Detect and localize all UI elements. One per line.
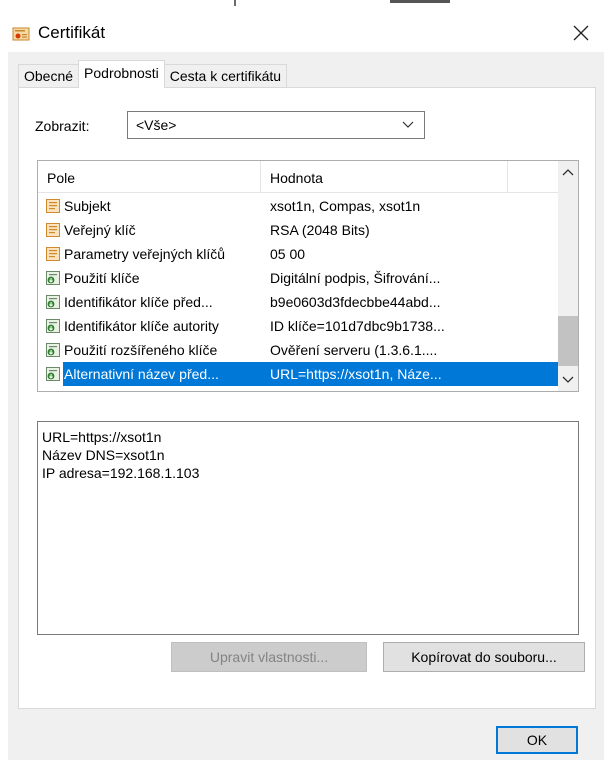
chevron-down-icon xyxy=(402,114,414,142)
chevron-down-icon xyxy=(562,376,574,383)
edit-properties-button[interactable]: Upravit vlastnosti... xyxy=(171,642,367,672)
document-icon xyxy=(45,222,61,238)
column-header-field[interactable]: Pole xyxy=(38,161,261,193)
row-value: RSA (2048 Bits) xyxy=(270,222,370,238)
list-header: Pole Hodnota xyxy=(38,161,559,193)
row-value: ID klíče=101d7dbc9b1738... xyxy=(270,318,445,334)
tab-details[interactable]: Podrobnosti xyxy=(78,60,165,88)
window-top-edge xyxy=(0,0,604,6)
tab-certification-path[interactable]: Cesta k certifikátu xyxy=(163,64,288,88)
list-row[interactable]: Identifikátor klíče před... b9e0603d3fdec… xyxy=(38,290,559,314)
row-value: Digitální podpis, Šifrování... xyxy=(270,270,441,286)
row-value: xsot1n, Compas, xsot1n xyxy=(270,198,421,214)
row-field: Použití rozšířeného klíče xyxy=(64,342,218,358)
detail-line: IP adresa=192.168.1.103 xyxy=(42,465,200,481)
row-value: b9e0603d3fdecbbe44abd... xyxy=(270,294,441,310)
row-value: URL=https://xsot1n, Náze... xyxy=(270,366,442,382)
list-row[interactable]: Parametry veřejných klíčů 05 00 xyxy=(38,242,559,266)
certificate-icon xyxy=(12,26,30,42)
list-row-partial xyxy=(38,386,559,391)
document-icon xyxy=(45,246,61,262)
tab-strip: Obecné Podrobnosti Cesta k certifikátu xyxy=(18,60,288,88)
extension-icon xyxy=(45,366,61,382)
ok-button[interactable]: OK xyxy=(496,726,578,754)
dialog-client-area: Obecné Podrobnosti Cesta k certifikátu Z… xyxy=(8,52,604,760)
extension-icon xyxy=(45,270,61,286)
chevron-up-icon xyxy=(562,169,574,176)
extension-icon xyxy=(45,318,61,334)
row-field: Identifikátor klíče autority xyxy=(64,318,219,334)
row-field: Identifikátor klíče před... xyxy=(64,294,213,310)
detail-line: Název DNS=xsot1n xyxy=(42,447,165,463)
detail-line: URL=https://xsot1n xyxy=(42,429,162,445)
list-row[interactable]: Použití rozšířeného klíče Ověření serveru… xyxy=(38,338,559,362)
row-field: Subjekt xyxy=(64,198,111,214)
title-bar: Certifikát xyxy=(0,14,604,52)
list-row[interactable]: Subjekt xsot1n, Compas, xsot1n xyxy=(38,194,559,218)
value-detail-box[interactable]: URL=https://xsot1n Název DNS=xsot1n IP a… xyxy=(37,421,579,635)
row-field: Veřejný klíč xyxy=(64,222,136,238)
list-row[interactable]: Alternativní název před... URL=https://xs… xyxy=(38,362,560,386)
show-label: Zobrazit: xyxy=(35,118,90,134)
extension-icon xyxy=(45,342,61,358)
close-button[interactable] xyxy=(564,18,598,48)
row-field: Parametry veřejných klíčů xyxy=(64,246,226,262)
copy-to-file-button[interactable]: Kopírovat do souboru... xyxy=(383,642,585,672)
column-header-value[interactable]: Hodnota xyxy=(261,161,508,193)
fields-list[interactable]: Pole Hodnota Subjekt xsot1n, Compas, xsot… xyxy=(37,160,579,392)
list-rows: Subjekt xsot1n, Compas, xsot1n Veřejný klí… xyxy=(38,194,560,391)
window-title: Certifikát xyxy=(38,23,106,42)
row-value: Ověření serveru (1.3.6.1.... xyxy=(270,342,438,358)
vertical-scrollbar[interactable] xyxy=(558,161,578,391)
list-row[interactable]: Použití klíče Digitální podpis, Šifrování… xyxy=(38,266,559,290)
document-icon xyxy=(45,198,61,214)
scrollbar-thumb[interactable] xyxy=(558,316,578,366)
row-value: 05 00 xyxy=(270,246,306,262)
row-field: Alternativní název před... xyxy=(64,366,219,382)
tab-general[interactable]: Obecné xyxy=(18,64,80,88)
extension-icon xyxy=(45,294,61,310)
scroll-down-button[interactable] xyxy=(558,369,578,391)
show-dropdown[interactable]: <Vše> xyxy=(127,111,425,139)
list-row[interactable]: Veřejný klíč RSA (2048 Bits) xyxy=(38,218,559,242)
row-field: Použití klíče xyxy=(64,270,140,286)
show-dropdown-value: <Vše> xyxy=(136,117,177,133)
details-tab-panel: Zobrazit: <Vše> Pole Hodnota Subjekt xsot… xyxy=(18,87,596,709)
close-icon xyxy=(573,25,589,41)
scroll-up-button[interactable] xyxy=(558,161,578,183)
list-row[interactable]: Identifikátor klíče autority ID klíče=101… xyxy=(38,314,559,338)
